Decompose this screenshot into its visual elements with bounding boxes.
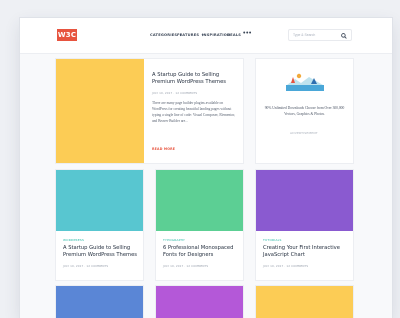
featured-post-card[interactable]: A Startup Guide to Selling Premium WordP… [56,59,243,163]
post-category-tag[interactable]: TYPOGRAPHY [163,238,185,242]
post-title[interactable]: 6 Professional Monospaced Fonts for Desi… [163,245,239,259]
post-thumbnail[interactable] [56,170,143,231]
site-logo[interactable]: W3C [57,29,77,41]
ad-text[interactable]: 90% Unlimited Downloads Choose from Over… [264,105,345,118]
post-thumbnail[interactable] [156,286,243,318]
post-thumbnail[interactable] [256,286,353,318]
post-card[interactable]: TUTORIALS Creating Your First Interactiv… [256,170,353,280]
ellipsis-icon[interactable]: ••• [243,30,252,37]
nav-item-deals[interactable]: DEALS [227,33,241,37]
featured-post-title[interactable]: A Startup Guide to Selling Premium WordP… [152,72,238,86]
post-meta: JULY 10, 2017 · 12 COMMENTS [63,264,109,268]
post-card[interactable]: WORDPRESS A Startup Guide to Selling Pre… [56,170,143,280]
post-card[interactable] [156,286,243,318]
search-input[interactable]: Type & Search [288,29,352,41]
post-thumbnail[interactable] [256,170,353,231]
featured-post-thumbnail[interactable] [56,59,144,163]
search-placeholder: Type & Search [293,33,316,37]
nav-item-inspiration[interactable]: INSPIRATION [202,33,230,37]
post-thumbnail[interactable] [156,170,243,231]
post-title[interactable]: Creating Your First Interactive JavaScri… [263,245,347,259]
post-thumbnail[interactable] [56,286,143,318]
post-meta: JULY 10, 2017 · 12 COMMENTS [263,264,309,268]
post-category-tag[interactable]: WORDPRESS [63,238,84,242]
post-card[interactable] [256,286,353,318]
browser-frame: W3C CATEGORIES ▼ FEATURES ▼ INSPIRATION … [20,18,392,318]
search-icon[interactable] [341,33,347,39]
featured-post-meta: JULY 10, 2017 · 12 COMMENTS [152,91,198,95]
post-card[interactable] [56,286,143,318]
ad-illustration [283,71,327,95]
advertisement-card[interactable]: 90% Unlimited Downloads Choose from Over… [256,59,353,163]
site-header: W3C CATEGORIES ▼ FEATURES ▼ INSPIRATION … [20,18,392,54]
post-title[interactable]: A Startup Guide to Selling Premium WordP… [63,245,139,259]
ad-label: ADVERTISEMENT [290,131,318,135]
post-category-tag[interactable]: TUTORIALS [263,238,282,242]
nav-item-features[interactable]: FEATURES ▼ [177,33,204,37]
featured-post-excerpt: There are many page builder plugins avai… [152,101,236,123]
read-more-link[interactable]: READ MORE [152,147,175,151]
post-meta: JULY 10, 2017 · 12 COMMENTS [163,264,209,268]
post-card[interactable]: TYPOGRAPHY 6 Professional Monospaced Fon… [156,170,243,280]
